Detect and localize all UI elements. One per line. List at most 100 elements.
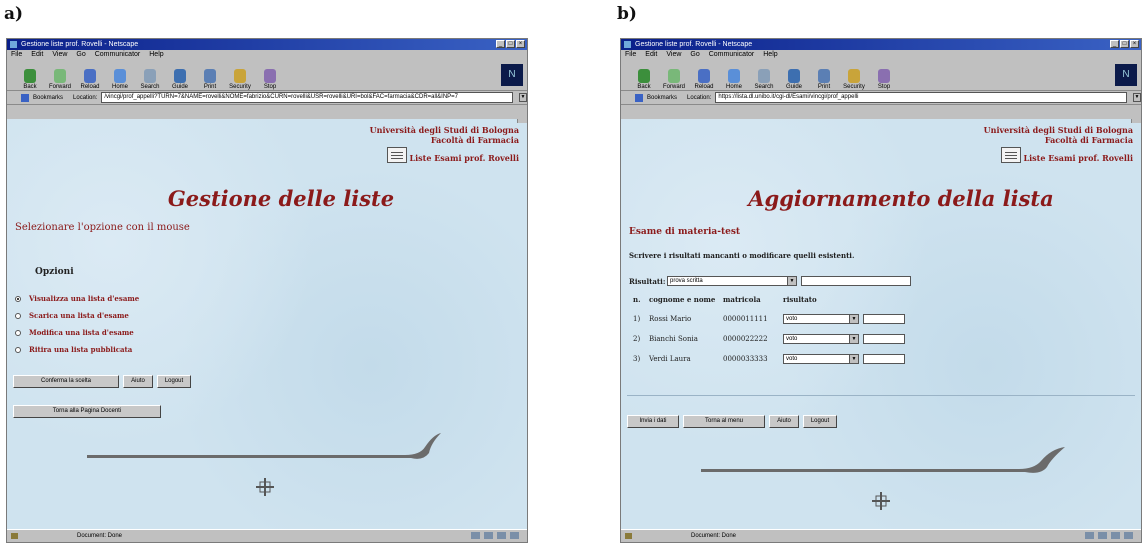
liste-link[interactable]: Liste Esami prof. Rovelli: [1001, 147, 1133, 163]
search-button[interactable]: Search: [751, 69, 777, 90]
menu-edit[interactable]: Edit: [645, 50, 657, 60]
security-button[interactable]: Security: [841, 69, 867, 90]
radio-modifica[interactable]: [15, 329, 21, 336]
forward-button[interactable]: Forward: [47, 69, 73, 90]
print-button[interactable]: Print: [811, 69, 837, 90]
url-dropdown-icon[interactable]: ▼: [1133, 93, 1141, 102]
student-name: Bianchi Sonia: [649, 335, 698, 343]
url-dropdown-icon[interactable]: ▼: [519, 93, 527, 102]
guide-button[interactable]: Guide: [781, 69, 807, 90]
scrollbar[interactable]: [517, 119, 527, 123]
menu-help[interactable]: Help: [149, 50, 163, 60]
close-icon[interactable]: ×: [1130, 40, 1139, 48]
status-icons: [1085, 532, 1133, 539]
component-bar-icon-2[interactable]: [484, 532, 493, 539]
document-list-icon: [387, 147, 408, 163]
document-list-icon: [1001, 147, 1022, 163]
stop-button[interactable]: Stop: [871, 69, 897, 90]
guide-icon: [174, 69, 186, 83]
option-ritira[interactable]: Ritira una lista pubblicata: [15, 345, 132, 354]
guide-button[interactable]: Guide: [167, 69, 193, 90]
menu-go[interactable]: Go: [76, 50, 85, 60]
location-label: Location:: [687, 94, 712, 101]
chevron-down-icon[interactable]: ▼: [849, 335, 858, 343]
netscape-logo-icon: N: [1115, 64, 1137, 86]
component-bar-icon-2[interactable]: [1098, 532, 1107, 539]
radio-scarica[interactable]: [15, 312, 21, 319]
menu-view[interactable]: View: [666, 50, 681, 60]
back-to-docenti-button[interactable]: Torna alla Pagina Docenti: [13, 405, 161, 418]
close-icon[interactable]: ×: [516, 40, 525, 48]
menu-communicator[interactable]: Communicator: [95, 50, 141, 60]
menu-go[interactable]: Go: [690, 50, 699, 60]
stop-button[interactable]: Stop: [257, 69, 283, 90]
back-to-menu-button[interactable]: Torna al menu: [683, 415, 765, 428]
component-bar-icon-4[interactable]: [1124, 532, 1133, 539]
menu-file[interactable]: File: [11, 50, 22, 60]
option-modifica[interactable]: Modifica una lista d'esame: [15, 328, 134, 337]
grade-text-input[interactable]: [863, 354, 905, 364]
grade-text-input[interactable]: [863, 314, 905, 324]
liste-link[interactable]: Liste Esami prof. Rovelli: [387, 147, 519, 163]
url-input[interactable]: https://lista.dl.unibo.it/cgi-dl/Esami/v…: [715, 92, 1127, 103]
page-content: Università degli Studi di Bologna Facolt…: [7, 119, 527, 530]
home-button[interactable]: Home: [721, 69, 747, 90]
component-bar-icon-1[interactable]: [471, 532, 480, 539]
forward-arrow-icon: [54, 69, 66, 83]
logout-button[interactable]: Logout: [157, 375, 191, 388]
chevron-down-icon[interactable]: ▼: [849, 315, 858, 323]
back-button[interactable]: Back: [631, 69, 657, 90]
bookmarks-label[interactable]: Bookmarks: [647, 95, 677, 101]
grade-text-input[interactable]: [863, 334, 905, 344]
back-button[interactable]: Back: [17, 69, 43, 90]
menu-communicator[interactable]: Communicator: [709, 50, 755, 60]
menu-file[interactable]: File: [625, 50, 636, 60]
page-title: Gestione delle liste: [167, 186, 395, 211]
component-bar-icon-1[interactable]: [1085, 532, 1094, 539]
search-icon: [758, 69, 770, 83]
search-button[interactable]: Search: [137, 69, 163, 90]
faculty-name: Facoltà di Farmacia: [430, 135, 519, 145]
results-type-select[interactable]: prova scritta ▼: [667, 276, 797, 286]
chevron-down-icon[interactable]: ▼: [849, 355, 858, 363]
component-bar-icon-3[interactable]: [1111, 532, 1120, 539]
menu-view[interactable]: View: [52, 50, 67, 60]
send-data-button[interactable]: Invia i dati: [627, 415, 679, 428]
option-visualizza[interactable]: Visualizza una lista d'esame: [15, 294, 139, 303]
component-bar-icon-4[interactable]: [510, 532, 519, 539]
menu-edit[interactable]: Edit: [31, 50, 43, 60]
radio-visualizza[interactable]: [15, 295, 21, 302]
chevron-down-icon[interactable]: ▼: [787, 277, 796, 285]
scrollbar[interactable]: [1131, 119, 1141, 123]
minimize-icon[interactable]: _: [1110, 40, 1119, 48]
column-header-n: n.: [633, 295, 641, 304]
maximize-icon[interactable]: □: [1120, 40, 1129, 48]
bookmarks-label[interactable]: Bookmarks: [33, 95, 63, 101]
grade-select[interactable]: voto ▼: [783, 314, 859, 324]
help-button[interactable]: Aiuto: [123, 375, 153, 388]
reload-button[interactable]: Reload: [691, 69, 717, 90]
logout-button[interactable]: Logout: [803, 415, 837, 428]
bookmarks-icon[interactable]: [21, 93, 29, 102]
security-button[interactable]: Security: [227, 69, 253, 90]
bookmarks-icon[interactable]: [635, 93, 643, 102]
menu-help[interactable]: Help: [763, 50, 777, 60]
reload-button[interactable]: Reload: [77, 69, 103, 90]
forward-button[interactable]: Forward: [661, 69, 687, 90]
page-content: Università degli Studi di Bologna Facolt…: [621, 119, 1141, 530]
grade-select[interactable]: voto ▼: [783, 354, 859, 364]
maximize-icon[interactable]: □: [506, 40, 515, 48]
stop-icon: [264, 69, 276, 83]
grade-select[interactable]: voto ▼: [783, 334, 859, 344]
confirm-button[interactable]: Conferma la scelta: [13, 375, 119, 388]
url-input[interactable]: /vincgi/prof_appelli?TURN=7&NAME=rovelli…: [101, 92, 513, 103]
minimize-icon[interactable]: _: [496, 40, 505, 48]
results-text-input[interactable]: [801, 276, 911, 286]
home-button[interactable]: Home: [107, 69, 133, 90]
ornament-icon: [872, 492, 890, 510]
print-button[interactable]: Print: [197, 69, 223, 90]
help-button[interactable]: Aiuto: [769, 415, 799, 428]
option-scarica[interactable]: Scarica una lista d'esame: [15, 311, 129, 320]
radio-ritira[interactable]: [15, 346, 21, 353]
component-bar-icon-3[interactable]: [497, 532, 506, 539]
